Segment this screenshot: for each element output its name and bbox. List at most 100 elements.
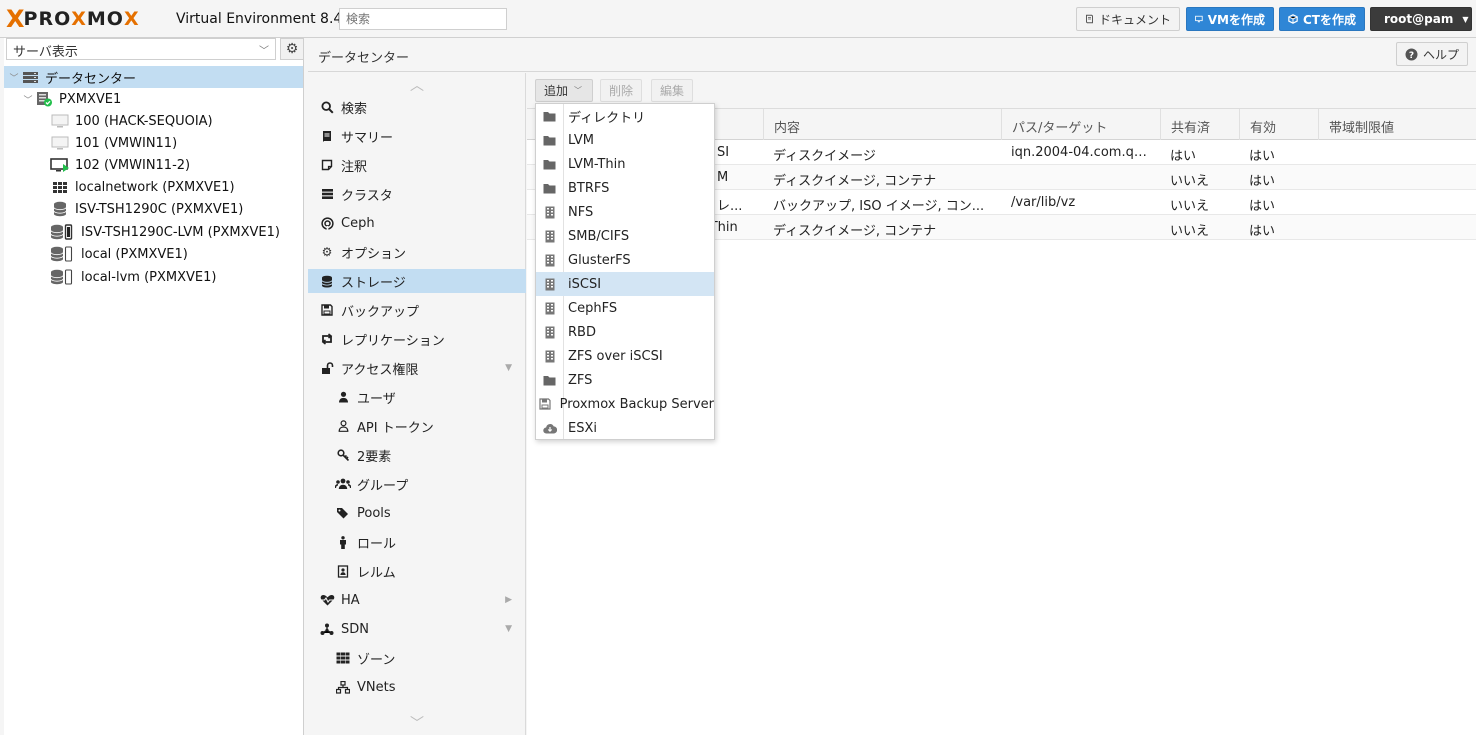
menu-item-zfs-over-iscsi[interactable]: ZFS over iSCSI <box>536 344 714 368</box>
menu-item-iscsi[interactable]: iSCSI <box>536 272 714 296</box>
help-button[interactable]: ? ヘルプ <box>1395 42 1468 66</box>
th-icon <box>332 652 354 664</box>
menu-item-nfs[interactable]: NFS <box>536 200 714 224</box>
menu-item-proxmox-backup-server[interactable]: Proxmox Backup Server <box>536 392 714 416</box>
tree-node-local-lvm[interactable]: local-lvm (PXMXVE1) <box>50 266 216 288</box>
server-rack-icon <box>20 71 40 84</box>
create-vm-button[interactable]: VMを作成 <box>1186 7 1274 31</box>
menu-item-zfs[interactable]: ZFS <box>536 368 714 392</box>
search-input[interactable] <box>339 8 507 30</box>
tree-node-vm-101[interactable]: 101 (VMWIN11) <box>50 132 177 154</box>
nav-item-replication[interactable]: レプリケーション <box>308 327 526 351</box>
scroll-down-icon[interactable]: ﹀ <box>308 713 526 733</box>
tree-node-vm-102[interactable]: 102 (VMWIN11-2) <box>50 154 190 176</box>
menu-item-esxi[interactable]: ESXi <box>536 416 714 440</box>
nav-item-ha[interactable]: HA ▶ <box>308 588 526 612</box>
tree-node-localnetwork[interactable]: localnetwork (PXMXVE1) <box>50 176 235 198</box>
gear-icon: ⚙ <box>285 41 299 57</box>
user-label: root@pam <box>1384 12 1454 26</box>
cube-icon <box>1288 14 1298 24</box>
nav-item-notes[interactable]: 注釈 <box>308 153 526 177</box>
nav-item-cluster[interactable]: クラスタ <box>308 182 526 206</box>
menu-item-smb-cifs[interactable]: SMB/CIFS <box>536 224 714 248</box>
tree-node-label: local-lvm (PXMXVE1) <box>81 269 217 285</box>
nav-item-groups[interactable]: グループ <box>308 472 526 496</box>
chevron-down-icon[interactable]: ▼ <box>505 363 512 373</box>
scroll-up-icon[interactable]: ︿ <box>308 75 526 95</box>
column-header-path[interactable]: パス/ターゲット <box>1001 109 1160 140</box>
proxmox-logo[interactable]: X PROXMOX <box>6 7 140 31</box>
menu-item-label: RBD <box>568 324 596 340</box>
create-vm-label: VMを作成 <box>1207 12 1265 27</box>
floppy-icon <box>316 304 338 316</box>
database-icon <box>50 224 76 240</box>
column-header-bandwidth[interactable]: 帯域制限値 <box>1318 109 1476 140</box>
menu-item-cephfs[interactable]: CephFS <box>536 296 714 320</box>
nav-item-zones[interactable]: ゾーン <box>308 646 526 670</box>
nav-item-label: ゾーン <box>357 652 396 668</box>
tree-node-datacenter[interactable]: ﹀ データセンター <box>4 66 303 88</box>
chevron-right-icon[interactable]: ▶ <box>505 595 512 605</box>
nav-item-ceph[interactable]: Ceph <box>308 211 526 235</box>
nav-item-sdn[interactable]: SDN ▼ <box>308 617 526 641</box>
product-version: Virtual Environment 8.4.0 <box>176 11 356 27</box>
datacenter-nav-menu: ︿ 検索 サマリー 注釈 クラスタ Ceph ⚙ オプション ストレージ バック… <box>308 73 526 735</box>
building-icon <box>536 326 563 339</box>
nav-item-options[interactable]: ⚙ オプション <box>308 240 526 264</box>
user-icon <box>332 391 354 403</box>
column-header-enabled[interactable]: 有効 <box>1239 109 1318 140</box>
nav-item-vnets[interactable]: VNets <box>308 675 526 699</box>
nav-item-api-tokens[interactable]: API トークン <box>308 414 526 438</box>
monitor-icon <box>50 136 70 150</box>
create-ct-button[interactable]: CTを作成 <box>1279 7 1365 31</box>
folder-icon <box>536 159 563 170</box>
add-button-label: 追加 <box>544 84 569 98</box>
menu-item-glusterfs[interactable]: GlusterFS <box>536 248 714 272</box>
menu-item-lvm-thin[interactable]: LVM-Thin <box>536 152 714 176</box>
view-settings-button[interactable]: ⚙ <box>280 38 304 60</box>
docs-label: ドキュメント <box>1098 12 1171 27</box>
delete-button[interactable]: 削除 <box>600 79 642 102</box>
nav-item-label: サマリー <box>341 130 394 146</box>
view-selector[interactable]: サーバ表示 ﹀ <box>6 38 276 60</box>
cell-type: SI <box>717 145 730 160</box>
nav-item-summary[interactable]: サマリー <box>308 124 526 148</box>
cell-enabled: はい <box>1249 149 1276 164</box>
nav-item-users[interactable]: ユーザ <box>308 385 526 409</box>
nav-item-permissions[interactable]: アクセス権限 ▼ <box>308 356 526 380</box>
nav-item-two-factor[interactable]: 2要素 <box>308 443 526 467</box>
tree-node-label: 100 (HACK-SEQUOIA) <box>75 113 213 129</box>
nav-item-realms[interactable]: レルム <box>308 559 526 583</box>
menu-item-directory[interactable]: ディレクトリ <box>536 104 714 128</box>
chevron-down-icon: ﹀ <box>574 86 583 95</box>
menu-item-lvm[interactable]: LVM <box>536 128 714 152</box>
nav-item-pools[interactable]: Pools <box>308 501 526 525</box>
edit-button[interactable]: 編集 <box>651 79 693 102</box>
column-header-content[interactable]: 内容 <box>763 109 1001 140</box>
tree-node-isv-tsh1290c[interactable]: ISV-TSH1290C (PXMXVE1) <box>50 198 243 220</box>
nav-item-label: 注釈 <box>341 159 368 175</box>
nav-item-roles[interactable]: ロール <box>308 530 526 554</box>
column-header-shared[interactable]: 共有済 <box>1160 109 1239 140</box>
nav-item-label: ユーザ <box>357 391 396 407</box>
tree-node-pxmxve1[interactable]: ﹀ PXMXVE1 <box>22 88 121 110</box>
chevron-down-icon[interactable]: ▼ <box>505 624 512 634</box>
menu-item-btrfs[interactable]: BTRFS <box>536 176 714 200</box>
docs-button[interactable]: ドキュメント <box>1076 7 1180 31</box>
tree-node-local[interactable]: local (PXMXVE1) <box>50 243 188 265</box>
menu-item-label: NFS <box>568 204 594 220</box>
nav-item-storage[interactable]: ストレージ <box>308 269 526 293</box>
tree-node-vm-100[interactable]: 100 (HACK-SEQUOIA) <box>50 110 213 132</box>
nav-item-search[interactable]: 検索 <box>308 95 526 119</box>
nav-item-label: ロール <box>357 536 397 552</box>
tree-node-isv-tsh1290c-lvm[interactable]: ISV-TSH1290C-LVM (PXMXVE1) <box>50 221 280 243</box>
menu-item-rbd[interactable]: RBD <box>536 320 714 344</box>
add-button[interactable]: 追加 ﹀ <box>535 79 593 102</box>
nav-item-backup[interactable]: バックアップ <box>308 298 526 322</box>
chevron-down-icon: ﹀ <box>9 73 19 84</box>
cell-content: ディスクイメージ, コンテナ <box>773 174 937 189</box>
nav-item-label: VNets <box>357 679 396 695</box>
user-menu-button[interactable]: root@pam ▼ <box>1370 7 1472 31</box>
page-header: データセンター ? ヘルプ <box>308 38 1476 72</box>
cell-path <box>1001 215 1160 240</box>
